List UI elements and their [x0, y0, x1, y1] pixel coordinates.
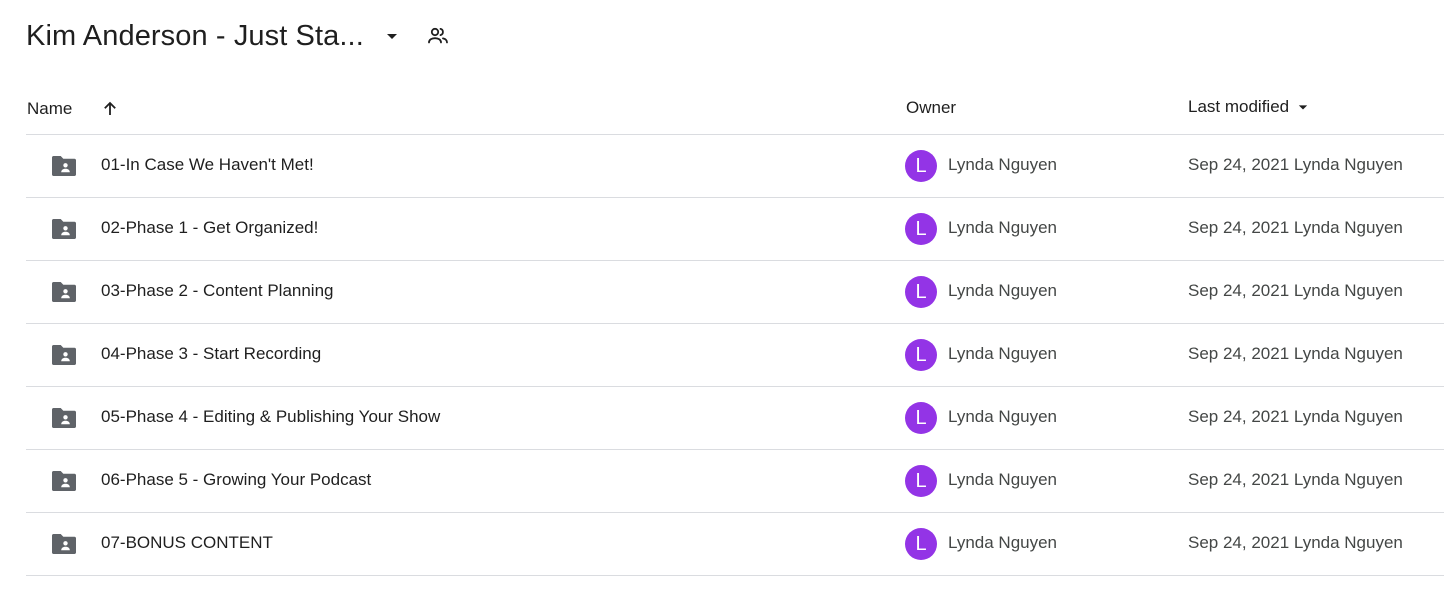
last-modified-column-label: Last modified: [1188, 97, 1290, 116]
last-modified-value: Sep 24, 2021 Lynda Nguyen: [1188, 218, 1403, 237]
file-row[interactable]: 03-Phase 2 - Content Planning L Lynda Nguy…: [26, 261, 1444, 324]
file-row[interactable]: 07-BONUS CONTENT L Lynda Nguyen Sep 24, 202…: [26, 513, 1444, 576]
shared-folder-icon: [50, 406, 78, 430]
last-modified-value: Sep 24, 2021 Lynda Nguyen: [1188, 155, 1403, 174]
shared-folder-icon: [50, 217, 78, 241]
last-modified-value: Sep 24, 2021 Lynda Nguyen: [1188, 344, 1403, 363]
owner-name: Lynda Nguyen: [948, 533, 1058, 552]
owner-name: Lynda Nguyen: [948, 407, 1058, 426]
shared-folder-icon: [50, 280, 78, 304]
owner-name: Lynda Nguyen: [948, 470, 1058, 489]
owner-avatar: L: [905, 276, 937, 308]
owner-column-label: Owner: [906, 98, 957, 117]
drive-folder-view: Kim Anderson - Just Sta... Name Owner La…: [0, 0, 1444, 597]
arrow-drop-down-icon[interactable]: [1293, 97, 1313, 117]
file-name[interactable]: 07-BONUS CONTENT: [101, 533, 273, 553]
owner-column-header[interactable]: Owner: [906, 98, 956, 118]
file-name[interactable]: 05-Phase 4 - Editing & Publishing Your S…: [101, 407, 440, 427]
owner-name: Lynda Nguyen: [948, 344, 1058, 363]
last-modified-value: Sep 24, 2021 Lynda Nguyen: [1188, 470, 1403, 489]
owner-avatar: L: [905, 339, 937, 371]
column-header-row: Name Owner Last modified: [26, 88, 1444, 135]
owner-avatar: L: [905, 402, 937, 434]
owner-avatar: L: [905, 150, 937, 182]
file-row[interactable]: 01-In Case We Haven't Met! L Lynda Nguyen S…: [26, 135, 1444, 198]
folder-header: Kim Anderson - Just Sta...: [26, 14, 454, 58]
last-modified-value: Sep 24, 2021 Lynda Nguyen: [1188, 407, 1403, 426]
file-list: 01-In Case We Haven't Met! L Lynda Nguyen S…: [26, 135, 1444, 576]
name-column-label: Name: [27, 99, 73, 118]
file-row[interactable]: 06-Phase 5 - Growing Your Podcast L Lynda …: [26, 450, 1444, 513]
owner-avatar: L: [905, 213, 937, 245]
file-row[interactable]: 04-Phase 3 - Start Recording L Lynda Nguye…: [26, 324, 1444, 387]
file-name[interactable]: 01-In Case We Haven't Met!: [101, 155, 314, 175]
folder-title[interactable]: Kim Anderson - Just Sta...: [26, 20, 364, 53]
arrow-drop-down-icon[interactable]: [378, 22, 406, 50]
owner-name: Lynda Nguyen: [948, 281, 1058, 300]
file-name[interactable]: 04-Phase 3 - Start Recording: [101, 344, 321, 364]
file-row[interactable]: 02-Phase 1 - Get Organized! L Lynda Nguyen…: [26, 198, 1444, 261]
name-column-header[interactable]: Name: [27, 97, 122, 121]
shared-folder-icon: [50, 532, 78, 556]
last-modified-column-header[interactable]: Last modified: [1188, 97, 1313, 117]
file-name[interactable]: 06-Phase 5 - Growing Your Podcast: [101, 470, 371, 490]
file-name[interactable]: 03-Phase 2 - Content Planning: [101, 281, 334, 301]
shared-folder-icon: [50, 469, 78, 493]
owner-name: Lynda Nguyen: [948, 218, 1058, 237]
owner-name: Lynda Nguyen: [948, 155, 1058, 174]
file-row[interactable]: 05-Phase 4 - Editing & Publishing Your S…: [26, 387, 1444, 450]
owner-avatar: L: [905, 465, 937, 497]
arrow-upward-icon[interactable]: [98, 97, 122, 121]
shared-folder-icon: [50, 343, 78, 367]
shared-folder-icon: [50, 154, 78, 178]
last-modified-value: Sep 24, 2021 Lynda Nguyen: [1188, 281, 1403, 300]
shared-people-icon[interactable]: [422, 20, 454, 52]
file-name[interactable]: 02-Phase 1 - Get Organized!: [101, 218, 318, 238]
last-modified-value: Sep 24, 2021 Lynda Nguyen: [1188, 533, 1403, 552]
owner-avatar: L: [905, 528, 937, 560]
